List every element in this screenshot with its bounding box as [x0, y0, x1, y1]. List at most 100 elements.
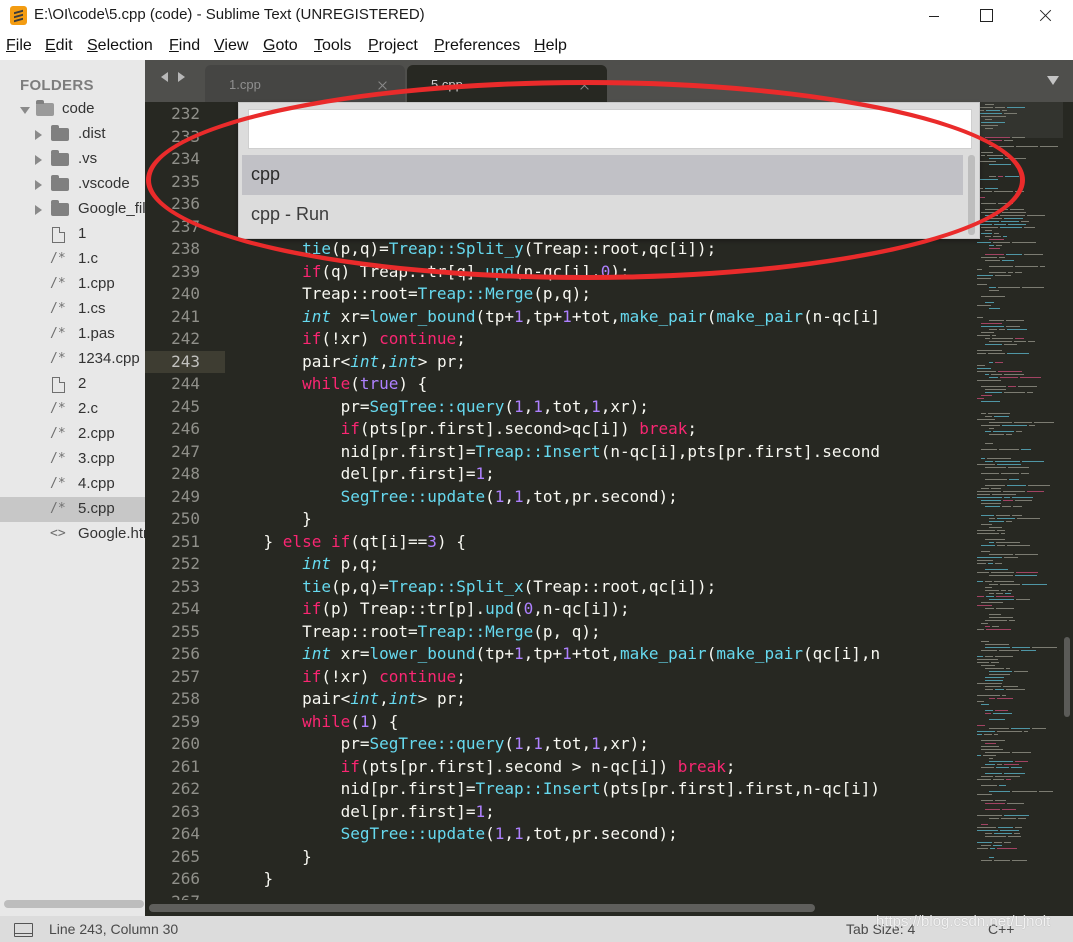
code-token: (	[706, 644, 717, 663]
sidebar-scrollbar[interactable]	[4, 900, 144, 908]
tree-folder[interactable]: .vscode	[0, 172, 145, 197]
tab-scroll-left-icon[interactable]	[161, 72, 168, 82]
minimap-line	[1006, 521, 1012, 522]
code-line[interactable]: if(q) Treap::tr[q].upd(n-qc[i],0);	[225, 261, 630, 284]
tree-file[interactable]: /* 4.cpp	[0, 472, 145, 497]
code-line[interactable]: pair<int,int> pr;	[225, 688, 466, 711]
menu-help[interactable]: Help	[534, 37, 567, 55]
tree-file[interactable]: /* 1.pas	[0, 322, 145, 347]
menu-file[interactable]: File	[6, 37, 32, 55]
vertical-scroll-thumb[interactable]	[1064, 637, 1070, 717]
menu-project[interactable]: Project	[368, 37, 418, 55]
palette-item-cpp[interactable]: cpp	[242, 155, 963, 195]
tree-folder[interactable]: .dist	[0, 122, 145, 147]
line-number: 233	[171, 126, 200, 146]
disclosure-open-icon[interactable]	[20, 107, 30, 114]
code-line[interactable]: int xr=lower_bound(tp+1,tp+1+tot,make_pa…	[225, 643, 880, 666]
menu-edit[interactable]: Edit	[45, 37, 73, 55]
minimap-line	[996, 767, 1009, 768]
code-line[interactable]: Treap::root=Treap::Merge(p, q);	[225, 621, 601, 644]
horizontal-scroll-thumb[interactable]	[149, 904, 815, 912]
menu-tools[interactable]: Tools	[314, 37, 351, 55]
code-line[interactable]: if(!xr) continue;	[225, 666, 466, 689]
code-token: (	[485, 824, 495, 843]
tab-close-icon[interactable]	[579, 80, 589, 90]
tree-file[interactable]: /* 3.cpp	[0, 447, 145, 472]
minimap-line	[985, 104, 994, 105]
minimap-line	[989, 791, 1010, 792]
code-line[interactable]: SegTree::update(1,1,tot,pr.second);	[225, 823, 678, 846]
tab-close-icon[interactable]	[377, 80, 387, 90]
code-line[interactable]: nid[pr.first]=Treap::Insert(n-qc[i],pts[…	[225, 441, 880, 464]
tree-folder[interactable]: .vs	[0, 147, 145, 172]
tree-folder[interactable]: code	[0, 97, 145, 122]
minimap-line	[1028, 341, 1035, 342]
code-line[interactable]: tie(p,q)=Treap::Split_x(Treap::root,qc[i…	[225, 576, 716, 599]
code-line[interactable]: } else if(qt[i]==3) {	[225, 531, 466, 554]
minimap-line	[985, 803, 1005, 804]
code-line[interactable]: pr=SegTree::query(1,1,tot,1,xr);	[225, 733, 649, 756]
minimap-line	[981, 395, 992, 396]
code-line[interactable]: del[pr.first]=1;	[225, 463, 495, 486]
code-line[interactable]: }	[225, 868, 274, 891]
vertical-scrollbar[interactable]	[1063, 102, 1071, 916]
code-line[interactable]: }	[225, 846, 312, 869]
palette-item-cpp-run[interactable]: cpp - Run	[242, 195, 963, 235]
tree-file[interactable]: <> Google.htr	[0, 522, 145, 547]
command-palette-input[interactable]	[248, 109, 972, 149]
tree-file[interactable]: 1	[0, 222, 145, 247]
code-line[interactable]: pair<int,int> pr;	[225, 351, 466, 374]
code-token: int	[350, 351, 380, 371]
disclosure-closed-icon[interactable]	[35, 205, 42, 215]
minimize-button[interactable]	[911, 0, 957, 32]
menu-find[interactable]: Find	[169, 37, 200, 55]
menu-view[interactable]: View	[214, 37, 248, 55]
line-number: 239	[171, 261, 200, 281]
tree-file[interactable]: /* 1234.cpp	[0, 347, 145, 372]
code-line[interactable]: int p,q;	[225, 553, 379, 576]
palette-scrollbar[interactable]	[968, 155, 975, 235]
tree-file[interactable]: /* 2.c	[0, 397, 145, 422]
code-line[interactable]: if(pts[pr.first].second > n-qc[i]) break…	[225, 756, 736, 779]
code-line[interactable]: if(p) Treap::tr[p].upd(0,n-qc[i]);	[225, 598, 630, 621]
disclosure-closed-icon[interactable]	[35, 180, 42, 190]
code-line[interactable]: while(1) {	[225, 711, 398, 734]
tab-5-cpp[interactable]: 5.cpp	[407, 65, 607, 102]
tree-file[interactable]: /* 1.cs	[0, 297, 145, 322]
tab-list-dropdown-icon[interactable]	[1047, 76, 1059, 85]
tree-file[interactable]: /* 1.c	[0, 247, 145, 272]
menu-selection[interactable]: Selection	[87, 37, 153, 55]
maximize-button[interactable]	[963, 0, 1009, 32]
code-line[interactable]: if(!xr) continue;	[225, 328, 466, 351]
code-line[interactable]: tie(p,q)=Treap::Split_y(Treap::root,qc[i…	[225, 238, 716, 261]
code-line[interactable]: SegTree::update(1,1,tot,pr.second);	[225, 486, 678, 509]
disclosure-closed-icon[interactable]	[35, 130, 42, 140]
code-line[interactable]: nid[pr.first]=Treap::Insert(pts[pr.first…	[225, 778, 880, 801]
tree-file[interactable]: /* 2.cpp	[0, 422, 145, 447]
disclosure-closed-icon[interactable]	[35, 155, 42, 165]
code-line[interactable]: pr=SegTree::query(1,1,tot,1,xr);	[225, 396, 649, 419]
tab-1-cpp[interactable]: 1.cpp	[205, 65, 405, 102]
tree-file[interactable]: /* 5.cpp	[0, 497, 145, 522]
minimap[interactable]	[973, 102, 1063, 916]
tree-file[interactable]: /* 1.cpp	[0, 272, 145, 297]
tree-file[interactable]: 2	[0, 372, 145, 397]
close-button[interactable]	[1022, 0, 1068, 32]
minimap-line	[977, 662, 989, 663]
code-token: ,	[523, 396, 534, 416]
code-line[interactable]: int xr=lower_bound(tp+1,tp+1+tot,make_pa…	[225, 306, 880, 329]
code-line[interactable]: if(pts[pr.first].second>qc[i]) break;	[225, 418, 697, 441]
panel-toggle-icon[interactable]	[14, 923, 33, 937]
minimap-line	[989, 329, 997, 330]
minimap-line	[1000, 830, 1019, 831]
code-line[interactable]: Treap::root=Treap::Merge(p,q);	[225, 283, 591, 306]
menu-goto[interactable]: Goto	[263, 37, 298, 55]
code-line[interactable]: del[pr.first]=1;	[225, 801, 495, 824]
minimap-line	[985, 569, 1008, 570]
tree-folder[interactable]: Google_fil	[0, 197, 145, 222]
tab-scroll-right-icon[interactable]	[178, 72, 185, 82]
code-line[interactable]: }	[225, 508, 312, 531]
code-line[interactable]: while(true) {	[225, 373, 427, 396]
menu-preferences[interactable]: Preferences	[434, 37, 520, 55]
